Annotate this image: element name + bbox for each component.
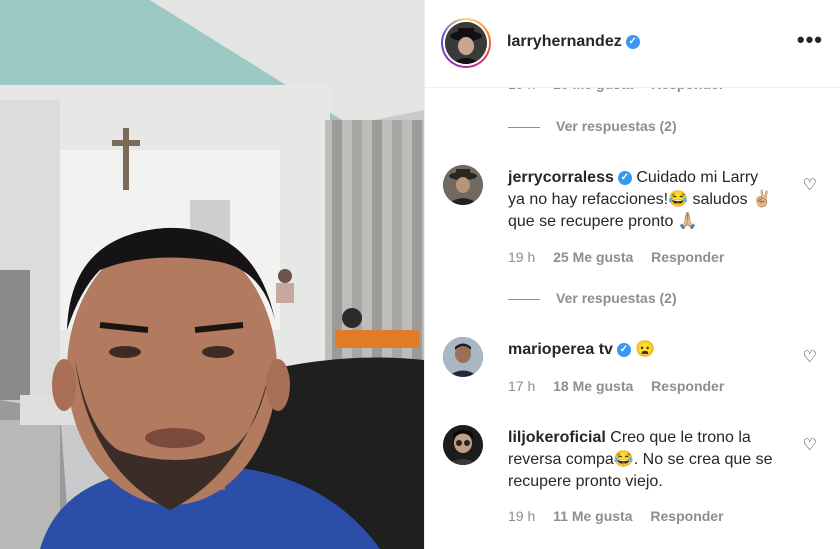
comment-likes[interactable]: 18 Me gusta	[553, 378, 633, 394]
reply-button[interactable]: Responder	[651, 249, 724, 265]
comment-item: liljokeroficial Creo que le trono la rev…	[441, 425, 831, 505]
commenter-avatar[interactable]	[443, 337, 483, 377]
comments-list: 19 h 20 Me gusta Responder Ver respuesta…	[425, 76, 840, 549]
replies-divider	[508, 298, 540, 300]
view-replies-label: Ver respuestas (2)	[556, 118, 677, 134]
view-replies-button[interactable]: Ver respuestas (2)	[508, 118, 677, 134]
view-replies-button[interactable]: Ver respuestas (2)	[508, 290, 677, 306]
comment-time[interactable]: 17 h	[508, 378, 535, 394]
verified-badge-icon: ✓	[617, 170, 632, 185]
comment-likes[interactable]: 25 Me gusta	[553, 249, 633, 265]
post-header: larryhernandez ✓ •••	[425, 0, 840, 88]
like-heart-icon[interactable]: ♡	[803, 175, 817, 195]
reply-button[interactable]: Responder	[650, 508, 723, 524]
author-username-text[interactable]: larryhernandez	[507, 33, 622, 50]
author-username[interactable]: larryhernandez ✓	[507, 33, 640, 51]
comment-meta: 17 h 18 Me gusta Responder	[508, 378, 738, 394]
verified-badge-icon: ✓	[625, 34, 640, 49]
comment-text: 😦	[635, 341, 656, 358]
comment-body: liljokeroficial Creo que le trono la rev…	[508, 427, 778, 493]
comment-meta: 19 h 11 Me gusta Responder	[508, 508, 738, 524]
comment-time[interactable]: 19 h	[508, 508, 535, 524]
comments-panel: larryhernandez✓ ••• 19 h 20 Me gusta Res…	[424, 0, 840, 549]
comment-likes[interactable]: 11 Me gusta	[553, 508, 632, 524]
author-avatar[interactable]	[441, 18, 491, 68]
verified-badge-icon: ✓	[616, 342, 631, 357]
commenter-avatar[interactable]	[443, 425, 483, 465]
comment-time[interactable]: 19 h	[508, 249, 535, 265]
comment-body: jerrycorraless ✓ Cuidado mi Larry ya no h…	[508, 167, 778, 233]
like-heart-icon[interactable]: ♡	[803, 347, 817, 367]
post-media[interactable]	[0, 0, 424, 549]
reply-button[interactable]: Responder	[651, 378, 724, 394]
comment-body: marioperea tv ✓ 😦	[508, 339, 778, 361]
commenter-username[interactable]: marioperea tv	[508, 341, 613, 358]
video-frame	[0, 0, 424, 549]
commenter-avatar[interactable]	[443, 165, 483, 205]
comment-meta: 19 h 25 Me gusta Responder	[508, 249, 738, 265]
view-replies-label: Ver respuestas (2)	[556, 290, 677, 306]
commenter-username[interactable]: jerrycorraless	[508, 169, 614, 186]
more-options-icon[interactable]: •••	[797, 29, 823, 51]
replies-divider	[508, 126, 540, 128]
commenter-username[interactable]: liljokeroficial	[508, 429, 606, 446]
like-heart-icon[interactable]: ♡	[803, 435, 817, 455]
